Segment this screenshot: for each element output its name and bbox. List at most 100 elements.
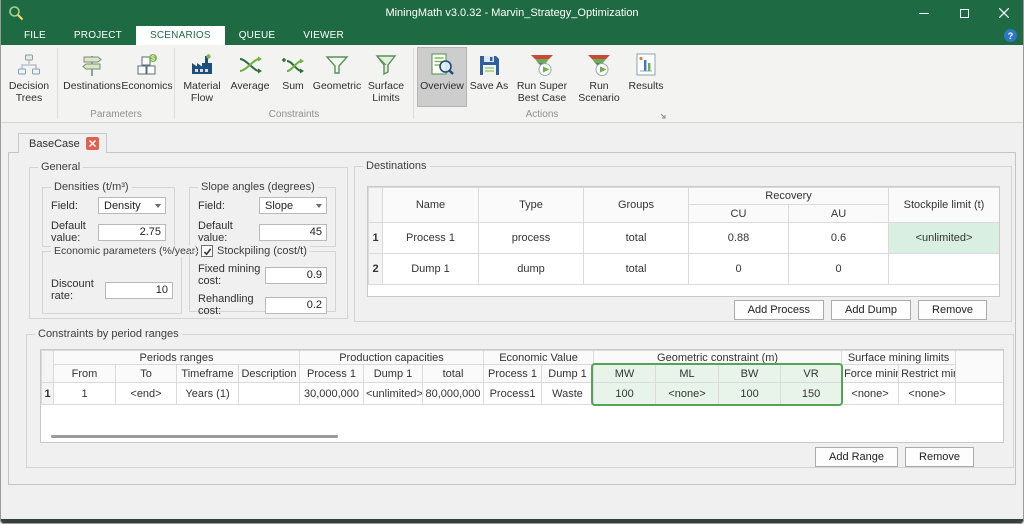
close-button[interactable] [984, 0, 1024, 26]
save-as-icon [475, 51, 503, 79]
group-header-geometric-constraint: Geometric constraint (m) [593, 350, 843, 365]
mw-cell[interactable]: 100 [593, 382, 657, 405]
to-cell[interactable]: <end> [115, 382, 177, 405]
col-header-ev-process1: Process 1 [483, 364, 543, 383]
sum-icon [279, 51, 307, 79]
stockpiling-checkbox[interactable] [201, 245, 213, 257]
add-dump-button[interactable]: Add Dump [831, 300, 912, 320]
filler-column-header [955, 350, 1003, 383]
au-cell[interactable]: 0 [788, 253, 889, 285]
remove-range-button[interactable]: Remove [905, 447, 974, 467]
type-cell[interactable]: process [478, 222, 584, 254]
au-cell[interactable]: 0.6 [788, 222, 889, 254]
economics-button[interactable]: $ Economics [121, 47, 173, 107]
surface-limits-label: Surface Limits [367, 80, 405, 105]
prod-total-cell[interactable]: 80,000,000 [421, 382, 485, 405]
force-mining-cell[interactable]: <none> [841, 382, 900, 405]
sum-button[interactable]: Sum [274, 47, 312, 107]
prod-dump1-cell[interactable]: <unlimited> [363, 382, 423, 405]
row-number-cell[interactable]: 1 [41, 382, 54, 405]
results-button[interactable]: Results [625, 47, 667, 107]
remove-destination-button[interactable]: Remove [918, 300, 987, 320]
fixed-mining-cost-input[interactable] [265, 266, 327, 284]
destinations-button[interactable]: Destinations [61, 47, 123, 107]
decision-trees-label: Decision Trees [8, 80, 50, 105]
groups-cell[interactable]: total [583, 222, 689, 254]
surface-limits-button[interactable]: Surface Limits [362, 47, 410, 107]
tab-close-button[interactable] [85, 137, 99, 150]
rehandling-cost-input[interactable] [265, 296, 327, 314]
restrict-mining-cell[interactable]: <none> [898, 382, 957, 405]
slope-field-select[interactable]: Slope [259, 197, 327, 214]
discount-rate-input[interactable] [105, 281, 173, 299]
discount-rate-label: Discount rate: [51, 278, 94, 302]
name-cell[interactable]: Process 1 [382, 222, 479, 254]
bw-cell[interactable]: 100 [718, 382, 782, 405]
stockpile-limit-cell[interactable] [888, 253, 999, 285]
material-flow-button[interactable]: Material Flow [178, 47, 226, 107]
average-button[interactable]: Average [226, 47, 274, 107]
window-title: MiningMath v3.0.32 - Marvin_Strategy_Opt… [385, 7, 639, 19]
save-as-label: Save As [469, 80, 509, 92]
menu-tab-viewer[interactable]: VIEWER [289, 26, 358, 45]
col-header-prod-dump1: Dump 1 [363, 364, 423, 383]
ev-process1-cell[interactable]: Process1 [483, 382, 543, 405]
type-cell[interactable]: dump [478, 253, 584, 285]
run-super-best-case-label: Run Super Best Case [516, 80, 568, 105]
row-number-cell[interactable]: 1 [368, 222, 383, 254]
maximize-button[interactable] [944, 0, 984, 26]
ribbon-separator [57, 48, 58, 119]
overview-label: Overview [420, 80, 464, 92]
empty-table-area [368, 284, 999, 296]
col-header-from: From [53, 364, 116, 383]
timeframe-cell[interactable]: Years (1) [176, 382, 239, 405]
groups-cell[interactable]: total [583, 253, 689, 285]
add-process-button[interactable]: Add Process [733, 300, 825, 320]
document-tab-label: BaseCase [29, 137, 80, 150]
vr-cell[interactable]: 150 [780, 382, 843, 405]
cu-cell[interactable]: 0.88 [688, 222, 789, 254]
col-header-to: To [115, 364, 177, 383]
row-number-cell[interactable]: 2 [368, 253, 383, 285]
destinations-row-1: 1 Process 1 process total 0.88 0.6 <unli… [368, 222, 999, 254]
menu-tab-queue[interactable]: QUEUE [225, 26, 290, 45]
stockpile-limit-cell[interactable]: <unlimited> [888, 222, 999, 254]
col-header-vr: VR [780, 364, 843, 383]
menu-tab-file[interactable]: FILE [10, 26, 60, 45]
geometric-button[interactable]: Geometric [312, 47, 362, 107]
prod-process1-cell[interactable]: 30,000,000 [299, 382, 364, 405]
material-flow-label: Material Flow [183, 80, 221, 105]
minimize-icon [919, 12, 929, 14]
document-tab-basecase[interactable]: BaseCase [18, 133, 107, 153]
cu-cell[interactable]: 0 [688, 253, 789, 285]
ev-dump1-cell[interactable]: Waste [541, 382, 595, 405]
col-header-bw: BW [718, 364, 782, 383]
destinations-icon [78, 51, 106, 79]
col-header-prod-total: total [421, 364, 485, 383]
group-header-economic-value: Economic Value [483, 350, 595, 365]
actions-dialog-launcher-icon[interactable] [659, 112, 667, 120]
overview-button[interactable]: Overview [417, 47, 467, 107]
overview-icon [428, 51, 456, 79]
run-scenario-button[interactable]: Run Scenario [573, 47, 625, 107]
name-cell[interactable]: Dump 1 [382, 253, 479, 285]
col-header-recovery: Recovery [688, 187, 889, 205]
from-cell[interactable]: 1 [53, 382, 116, 405]
add-range-button[interactable]: Add Range [814, 447, 899, 467]
menu-tab-project[interactable]: PROJECT [60, 26, 136, 45]
slope-default-input[interactable] [259, 223, 327, 241]
description-cell[interactable] [238, 382, 300, 405]
menu-tab-scenarios[interactable]: SCENARIOS [136, 26, 225, 45]
help-icon[interactable]: ? [1004, 29, 1017, 42]
ribbon-group-actions: Overview Save As Run Super Best Case Run… [415, 45, 669, 122]
densities-field-select[interactable]: Density [98, 197, 166, 214]
scenario-panel: General Densities (t/m³) Field: Density … [8, 152, 1016, 485]
run-super-best-case-button[interactable]: Run Super Best Case [511, 47, 573, 107]
minimize-button[interactable] [904, 0, 944, 26]
save-as-button[interactable]: Save As [467, 47, 511, 107]
decision-trees-button[interactable]: Decision Trees [4, 47, 54, 107]
densities-default-input[interactable] [98, 223, 166, 241]
ml-cell[interactable]: <none> [655, 382, 720, 405]
horizontal-scrollbar[interactable] [51, 435, 338, 438]
group-label-actions: Actions [525, 109, 559, 120]
